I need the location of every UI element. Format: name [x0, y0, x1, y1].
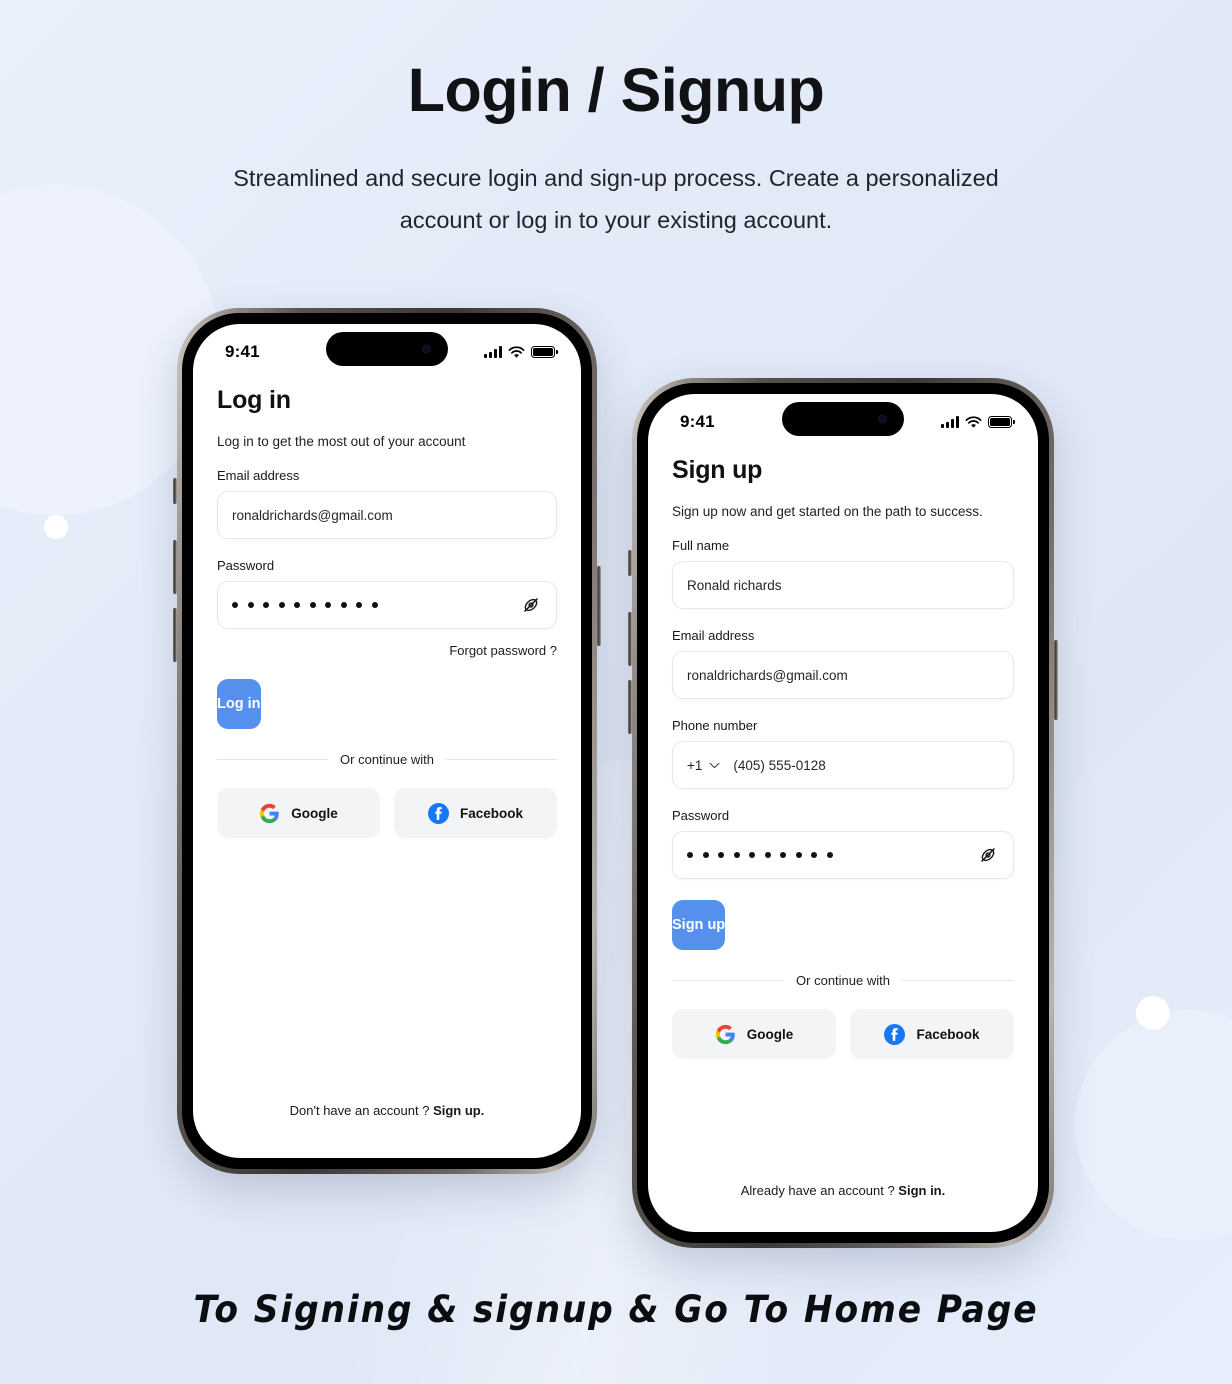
phone-value: (405) 555-0128: [733, 757, 826, 773]
login-form: Log in Log in to get the most out of you…: [193, 370, 581, 838]
cellular-bars-icon: [941, 416, 959, 428]
phone-field-group: Phone number +1 (405) 555-0128: [672, 718, 1014, 789]
password-label: Password: [217, 558, 275, 573]
signup-prompt-text: Don't have an account ?: [289, 1103, 430, 1118]
eye-off-icon[interactable]: [977, 844, 999, 866]
facebook-icon: [427, 802, 449, 824]
google-login-label: Google: [291, 805, 338, 821]
phone-input[interactable]: +1 (405) 555-0128: [672, 741, 1014, 789]
signin-prompt-text: Already have an account ?: [740, 1183, 895, 1198]
status-bar: 9:41: [648, 394, 1038, 440]
page-title: Login / Signup: [407, 56, 825, 124]
login-button[interactable]: Log in: [217, 679, 261, 729]
social-login-row: Google Facebook: [217, 788, 557, 838]
password-input[interactable]: [672, 831, 1014, 879]
wifi-icon: [965, 415, 982, 428]
google-signup-label: Google: [746, 1026, 794, 1042]
facebook-login-button[interactable]: Facebook: [394, 788, 557, 838]
email-field-group: Email address ronaldrichards@gmail.com: [217, 468, 557, 539]
wifi-icon: [508, 345, 525, 358]
power-button[interactable]: [1054, 640, 1058, 720]
volume-up-button[interactable]: [173, 540, 177, 594]
email-input[interactable]: ronaldrichards@gmail.com: [672, 651, 1014, 699]
signup-prompt: Don't have an account ? Sign up.: [193, 1103, 581, 1118]
phone-bezel: 9:41 Sign up Sign up now and get started…: [637, 383, 1049, 1243]
dynamic-island: [782, 402, 904, 436]
email-value: ronaldrichards@gmail.com: [232, 507, 393, 523]
decorative-dot-left: [44, 515, 68, 539]
facebook-icon: [884, 1023, 906, 1045]
signin-prompt: Already have an account ? Sign in.: [648, 1183, 1038, 1198]
dynamic-island: [326, 332, 448, 366]
google-login-button[interactable]: Google: [217, 788, 380, 838]
social-signup-row: Google Facebook: [672, 1009, 1014, 1059]
login-screen: 9:41 Log in Log in to get the most out o…: [193, 324, 581, 1158]
facebook-signup-label: Facebook: [916, 1026, 980, 1042]
password-field-group: Password: [672, 808, 1014, 879]
phone-label: Phone number: [672, 718, 758, 733]
fullname-input[interactable]: Ronald richards: [672, 561, 1014, 609]
facebook-login-label: Facebook: [459, 805, 524, 821]
status-bar: 9:41: [193, 324, 581, 370]
google-icon: [260, 803, 279, 823]
social-divider: Or continue with: [217, 752, 557, 767]
status-icons: [484, 345, 555, 359]
social-divider: Or continue with: [672, 973, 1014, 988]
page-header: Login / Signup Streamlined and secure lo…: [0, 58, 1232, 242]
signin-link[interactable]: Sign in.: [898, 1183, 945, 1198]
signup-screen: 9:41 Sign up Sign up now and get started…: [648, 394, 1038, 1232]
volume-up-button[interactable]: [628, 612, 632, 666]
battery-full-icon: [531, 346, 555, 358]
email-value: ronaldrichards@gmail.com: [687, 667, 848, 683]
signup-subheading: Sign up now and get started on the path …: [672, 504, 983, 519]
forgot-password-link[interactable]: Forgot password ?: [217, 643, 557, 658]
fullname-value: Ronald richards: [687, 577, 782, 593]
silence-switch[interactable]: [173, 478, 177, 504]
email-field-group: Email address ronaldrichards@gmail.com: [672, 628, 1014, 699]
page-caption: To Signing & signup & Go To Home Page: [193, 1288, 1039, 1331]
password-masked-value: [687, 852, 977, 858]
country-code-selector[interactable]: +1: [687, 758, 733, 773]
signup-button[interactable]: Sign up: [672, 900, 726, 950]
password-input[interactable]: [217, 581, 557, 629]
social-divider-label: Or continue with: [796, 973, 890, 988]
login-heading: Log in: [217, 386, 291, 414]
battery-full-icon: [988, 416, 1012, 428]
fullname-field-group: Full name Ronald richards: [672, 538, 1014, 609]
signup-heading: Sign up: [672, 456, 763, 484]
chevron-down-icon: [710, 762, 720, 768]
login-subheading: Log in to get the most out of your accou…: [217, 434, 466, 449]
page-subtitle: Streamlined and secure login and sign-up…: [233, 165, 999, 233]
password-field-group: Password: [217, 558, 557, 629]
phone-mockup-signup: 9:41 Sign up Sign up now and get started…: [628, 378, 1058, 1248]
google-signup-button[interactable]: Google: [672, 1009, 836, 1059]
password-label: Password: [672, 808, 730, 823]
phone-mockup-login: 9:41 Log in Log in to get the most out o…: [173, 308, 601, 1174]
power-button[interactable]: [597, 566, 601, 646]
silence-switch[interactable]: [628, 550, 632, 576]
email-label: Email address: [217, 468, 300, 483]
signup-form: Sign up Sign up now and get started on t…: [648, 440, 1038, 1059]
signup-link[interactable]: Sign up.: [433, 1103, 484, 1118]
google-icon: [715, 1024, 735, 1044]
password-masked-value: [232, 602, 520, 608]
phone-bezel: 9:41 Log in Log in to get the most out o…: [182, 313, 592, 1169]
status-time: 9:41: [225, 342, 260, 361]
eye-off-icon[interactable]: [520, 594, 542, 616]
email-label: Email address: [672, 628, 755, 643]
social-divider-label: Or continue with: [340, 752, 434, 767]
email-input[interactable]: ronaldrichards@gmail.com: [217, 491, 557, 539]
facebook-signup-button[interactable]: Facebook: [850, 1009, 1014, 1059]
volume-down-button[interactable]: [173, 608, 177, 662]
fullname-label: Full name: [672, 538, 730, 553]
country-code-value: +1: [687, 757, 703, 773]
cellular-bars-icon: [484, 346, 502, 358]
volume-down-button[interactable]: [628, 680, 632, 734]
status-icons: [941, 415, 1012, 429]
status-time: 9:41: [680, 412, 715, 431]
